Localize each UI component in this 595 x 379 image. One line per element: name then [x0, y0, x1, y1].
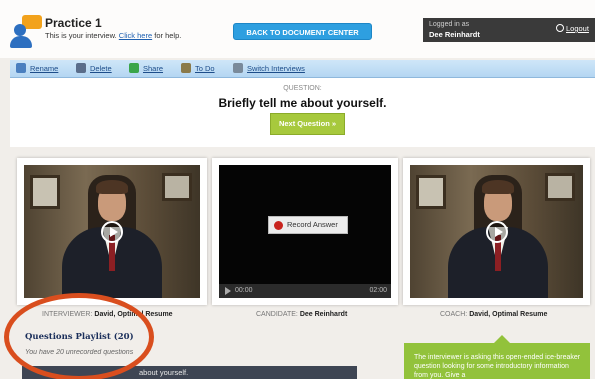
- delete-icon: [76, 63, 86, 73]
- rename-button[interactable]: Rename: [16, 63, 58, 73]
- logout-button[interactable]: Logout: [556, 24, 589, 33]
- coach-video-card: [403, 158, 590, 305]
- video-controls: 00:00 02:00: [219, 284, 391, 298]
- action-toolbar: Rename Delete Share To Do Switch Intervi…: [10, 60, 595, 78]
- app-header: Practice 1 This is your interview. Click…: [0, 0, 595, 58]
- record-answer-label: Record Answer: [287, 220, 338, 229]
- todo-icon: [181, 63, 191, 73]
- user-name: Dee Reinhardt: [429, 30, 480, 39]
- interviewer-video[interactable]: [24, 165, 200, 298]
- record-icon: [274, 221, 283, 230]
- share-icon: [129, 63, 139, 73]
- todo-button[interactable]: To Do: [181, 63, 215, 73]
- interview-logo-icon: [10, 15, 44, 49]
- record-answer-button[interactable]: Record Answer: [268, 216, 348, 234]
- subtitle-suffix: for help.: [154, 31, 182, 40]
- share-button[interactable]: Share: [129, 63, 163, 73]
- next-question-button[interactable]: Next Question »: [270, 113, 345, 135]
- coach-role: COACH:: [440, 311, 468, 318]
- play-icon[interactable]: [485, 220, 508, 243]
- user-panel: Logged in as Dee Reinhardt Logout: [423, 18, 595, 42]
- question-label: QUESTION:: [283, 85, 322, 92]
- delete-label: Delete: [90, 64, 112, 73]
- switch-interviews-label: Switch Interviews: [247, 64, 305, 73]
- logged-in-label: Logged in as: [429, 21, 470, 28]
- share-label: Share: [143, 64, 164, 73]
- current-time: 00:00: [235, 287, 253, 294]
- switch-icon: [233, 63, 243, 73]
- coach-caption: COACH: David, Optimal Resume: [440, 311, 547, 318]
- candidate-name: Dee Reinhardt: [299, 311, 348, 318]
- candidate-video-card: Record Answer 00:00 02:00: [212, 158, 398, 305]
- coach-video[interactable]: [410, 165, 583, 298]
- todo-label: To Do: [195, 64, 215, 73]
- page-title: Practice 1: [45, 16, 102, 30]
- candidate-role: CANDIDATE:: [256, 311, 298, 318]
- help-link[interactable]: Click here: [119, 31, 152, 40]
- pencil-icon: [16, 63, 26, 73]
- interviewer-video-card: [17, 158, 207, 305]
- logout-label: Logout: [566, 24, 589, 33]
- candidate-caption: CANDIDATE: Dee Reinhardt: [256, 311, 347, 318]
- play-control-icon[interactable]: [225, 287, 231, 295]
- subtitle-text: This is your interview.: [45, 31, 117, 40]
- play-icon[interactable]: [101, 220, 123, 243]
- coach-tip-tooltip: The interviewer is asking this open-ende…: [404, 335, 590, 379]
- switch-interviews-button[interactable]: Switch Interviews: [233, 63, 305, 73]
- rename-label: Rename: [30, 64, 59, 73]
- power-icon: [556, 24, 564, 32]
- highlight-circle: [4, 293, 154, 379]
- candidate-video: Record Answer 00:00 02:00: [219, 165, 391, 298]
- back-to-document-center-button[interactable]: BACK TO DOCUMENT CENTER: [233, 23, 372, 40]
- total-time: 02:00: [369, 287, 387, 294]
- question-panel: QUESTION: Briefly tell me about yourself…: [10, 78, 595, 147]
- question-text: Briefly tell me about yourself.: [218, 96, 387, 110]
- page-subtitle: This is your interview. Click here for h…: [45, 31, 181, 40]
- coach-name: David, Optimal Resume: [469, 311, 548, 318]
- delete-button[interactable]: Delete: [76, 63, 112, 73]
- playlist-item-label: about yourself.: [139, 368, 189, 377]
